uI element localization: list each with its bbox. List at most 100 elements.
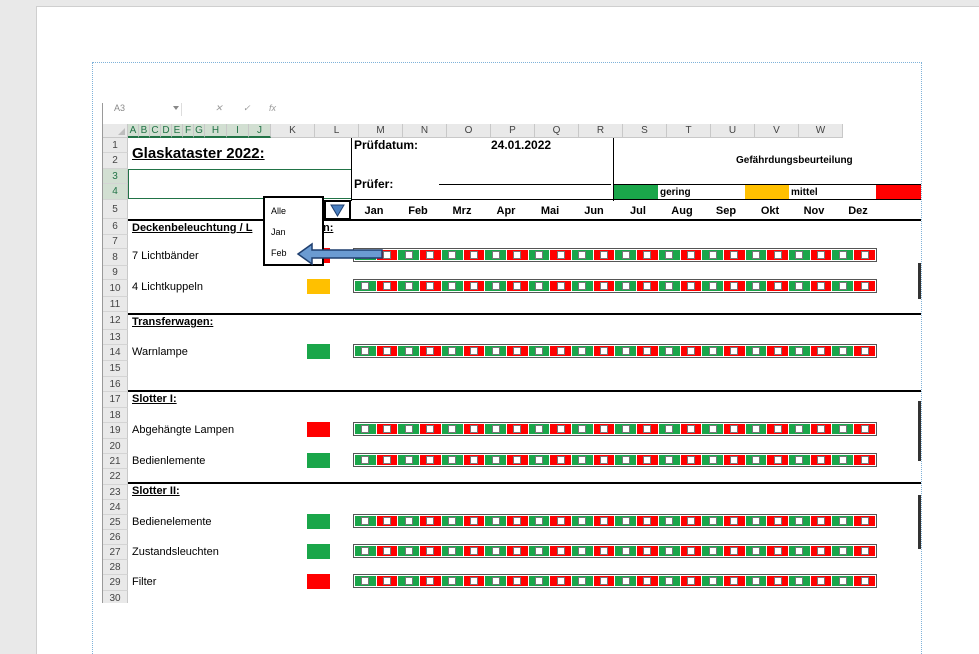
check-cell[interactable] [745, 424, 767, 434]
check-cell[interactable] [637, 455, 658, 465]
checkbox-icon[interactable] [361, 577, 370, 585]
checkbox-icon[interactable] [578, 347, 587, 355]
check-cell[interactable] [420, 346, 441, 356]
check-cell[interactable] [854, 516, 875, 526]
checkbox-icon[interactable] [534, 577, 543, 585]
check-cell[interactable] [463, 576, 485, 586]
checkbox-icon[interactable] [621, 547, 630, 555]
check-cell[interactable] [485, 424, 506, 434]
checkbox-icon[interactable] [448, 456, 457, 464]
check-cell[interactable] [506, 546, 528, 556]
checkbox-icon[interactable] [469, 282, 478, 290]
check-cell[interactable] [789, 516, 810, 526]
checkbox-icon[interactable] [383, 251, 392, 259]
check-cell[interactable] [767, 576, 789, 586]
check-cell[interactable] [528, 424, 550, 434]
check-cell[interactable] [485, 546, 506, 556]
row-header-17[interactable]: 17 [103, 392, 128, 408]
column-header-a[interactable]: A [128, 124, 139, 138]
checkbox-icon[interactable] [491, 517, 500, 525]
checkbox-icon[interactable] [426, 425, 435, 433]
check-cell[interactable] [723, 424, 745, 434]
check-cell[interactable] [550, 576, 572, 586]
check-cell[interactable] [463, 546, 485, 556]
check-cell[interactable] [528, 546, 550, 556]
checkbox-icon[interactable] [404, 425, 413, 433]
checkbox-icon[interactable] [404, 282, 413, 290]
checkbox-icon[interactable] [578, 425, 587, 433]
checkbox-icon[interactable] [817, 456, 826, 464]
check-cell[interactable] [702, 516, 723, 526]
check-cell[interactable] [615, 576, 637, 586]
check-cell[interactable] [658, 424, 680, 434]
checkbox-icon[interactable] [600, 425, 609, 433]
checkbox-icon[interactable] [578, 456, 587, 464]
check-cell[interactable] [723, 516, 745, 526]
check-cell[interactable] [506, 424, 528, 434]
check-cell[interactable] [376, 281, 398, 291]
checkbox-icon[interactable] [730, 577, 739, 585]
checkbox-icon[interactable] [448, 577, 457, 585]
checkbox-icon[interactable] [686, 425, 695, 433]
check-cell[interactable] [398, 516, 420, 526]
checkbox-icon[interactable] [773, 425, 782, 433]
checkbox-icon[interactable] [469, 251, 478, 259]
check-cell[interactable] [376, 546, 398, 556]
checkbox-icon[interactable] [621, 425, 630, 433]
checkbox-icon[interactable] [730, 347, 739, 355]
check-cell[interactable] [485, 516, 506, 526]
check-cell[interactable] [637, 346, 658, 356]
row-header-24[interactable]: 24 [103, 500, 128, 515]
check-cell[interactable] [593, 516, 615, 526]
check-cell[interactable] [745, 576, 767, 586]
check-cell[interactable] [723, 281, 745, 291]
checkbox-icon[interactable] [578, 547, 587, 555]
check-cell[interactable] [420, 250, 441, 260]
check-cell[interactable] [550, 250, 572, 260]
row-header-7[interactable]: 7 [103, 235, 128, 249]
checkbox-icon[interactable] [578, 251, 587, 259]
column-header-b[interactable]: B [139, 124, 150, 138]
checkbox-icon[interactable] [686, 456, 695, 464]
checkbox-icon[interactable] [534, 347, 543, 355]
checkbox-icon[interactable] [665, 577, 674, 585]
check-cell[interactable] [832, 576, 854, 586]
checkbox-icon[interactable] [621, 456, 630, 464]
row-header-10[interactable]: 10 [103, 280, 128, 297]
check-cell[interactable] [789, 455, 810, 465]
checkbox-icon[interactable] [491, 577, 500, 585]
check-cell[interactable] [745, 250, 767, 260]
checkbox-icon[interactable] [448, 347, 457, 355]
check-cell[interactable] [810, 546, 832, 556]
checkbox-icon[interactable] [600, 251, 609, 259]
checkbox-icon[interactable] [665, 517, 674, 525]
checkbox-icon[interactable] [752, 425, 760, 433]
check-cell[interactable] [832, 516, 854, 526]
checkbox-icon[interactable] [469, 425, 478, 433]
checkbox-icon[interactable] [556, 517, 565, 525]
checkbox-icon[interactable] [534, 547, 543, 555]
checkbox-icon[interactable] [795, 251, 804, 259]
check-cell[interactable] [658, 546, 680, 556]
column-header-j[interactable]: J [249, 124, 271, 138]
column-header-r[interactable]: R [579, 124, 623, 138]
checkbox-icon[interactable] [708, 517, 717, 525]
dropdown-option-alle[interactable]: Alle [271, 206, 286, 216]
check-cell[interactable] [615, 424, 637, 434]
checkbox-icon[interactable] [556, 425, 565, 433]
select-all-corner[interactable] [103, 124, 128, 138]
checkbox-icon[interactable] [730, 282, 739, 290]
checkbox-icon[interactable] [491, 282, 500, 290]
check-cell[interactable] [420, 516, 441, 526]
check-cell[interactable] [745, 455, 767, 465]
row-header-2[interactable]: 2 [103, 153, 128, 169]
check-cell[interactable] [550, 424, 572, 434]
check-cell[interactable] [680, 250, 702, 260]
check-cell[interactable] [723, 455, 745, 465]
checkbox-icon[interactable] [773, 251, 782, 259]
checkbox-icon[interactable] [686, 282, 695, 290]
checkbox-icon[interactable] [838, 577, 847, 585]
check-cell[interactable] [615, 455, 637, 465]
column-header-f[interactable]: F [183, 124, 194, 138]
check-cell[interactable] [528, 455, 550, 465]
